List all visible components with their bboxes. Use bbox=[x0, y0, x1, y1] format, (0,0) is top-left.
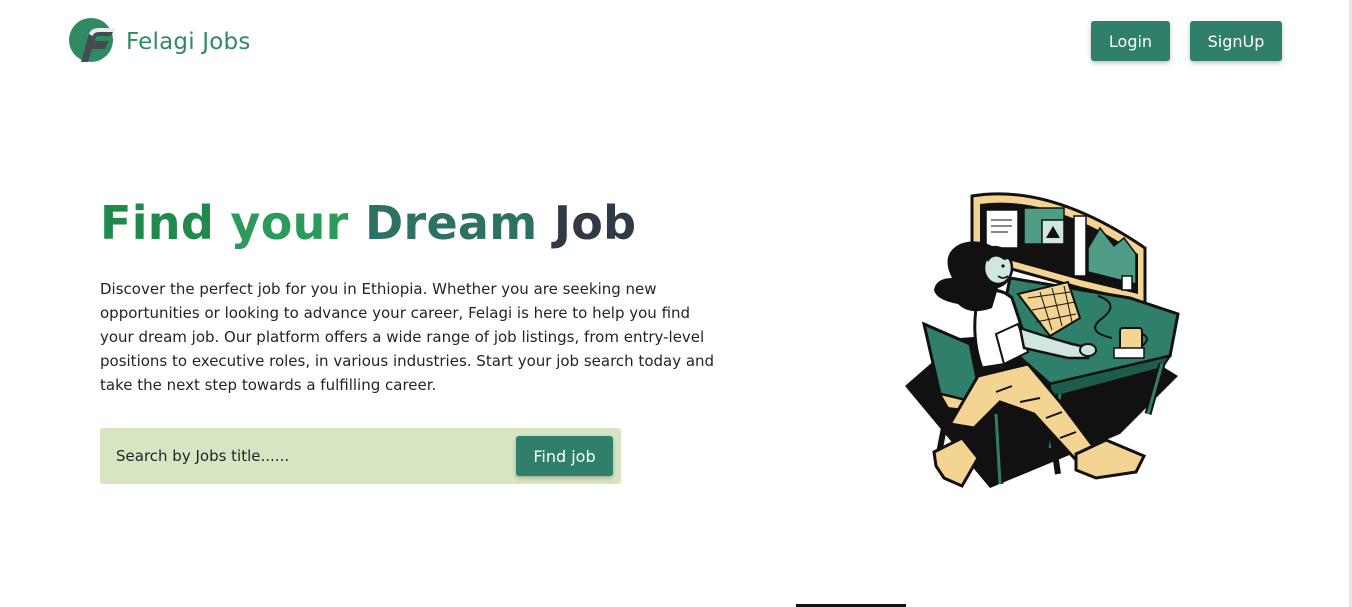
hero-title-word: Dream bbox=[364, 196, 538, 250]
page: Felagi Jobs Login SignUp Find your Dream… bbox=[0, 0, 1352, 607]
hero-description: Discover the perfect job for you in Ethi… bbox=[100, 280, 715, 394]
signup-button[interactable]: SignUp bbox=[1190, 21, 1282, 61]
find-job-button[interactable]: Find job bbox=[516, 436, 613, 476]
login-button[interactable]: Login bbox=[1091, 21, 1170, 61]
felagi-logo-icon bbox=[69, 18, 115, 62]
job-seeker-illustration bbox=[905, 192, 1180, 488]
job-search-bar: Find job bbox=[100, 428, 621, 484]
logo[interactable]: Felagi Jobs bbox=[69, 18, 251, 66]
job-search-input[interactable] bbox=[108, 439, 514, 473]
hero-title: Find your Dream Job bbox=[100, 196, 636, 250]
hero-title-word: Job bbox=[553, 196, 637, 250]
hero-title-word: your bbox=[230, 196, 349, 250]
brand-name: Felagi Jobs bbox=[126, 29, 251, 55]
hero-title-word: Find bbox=[100, 196, 215, 250]
